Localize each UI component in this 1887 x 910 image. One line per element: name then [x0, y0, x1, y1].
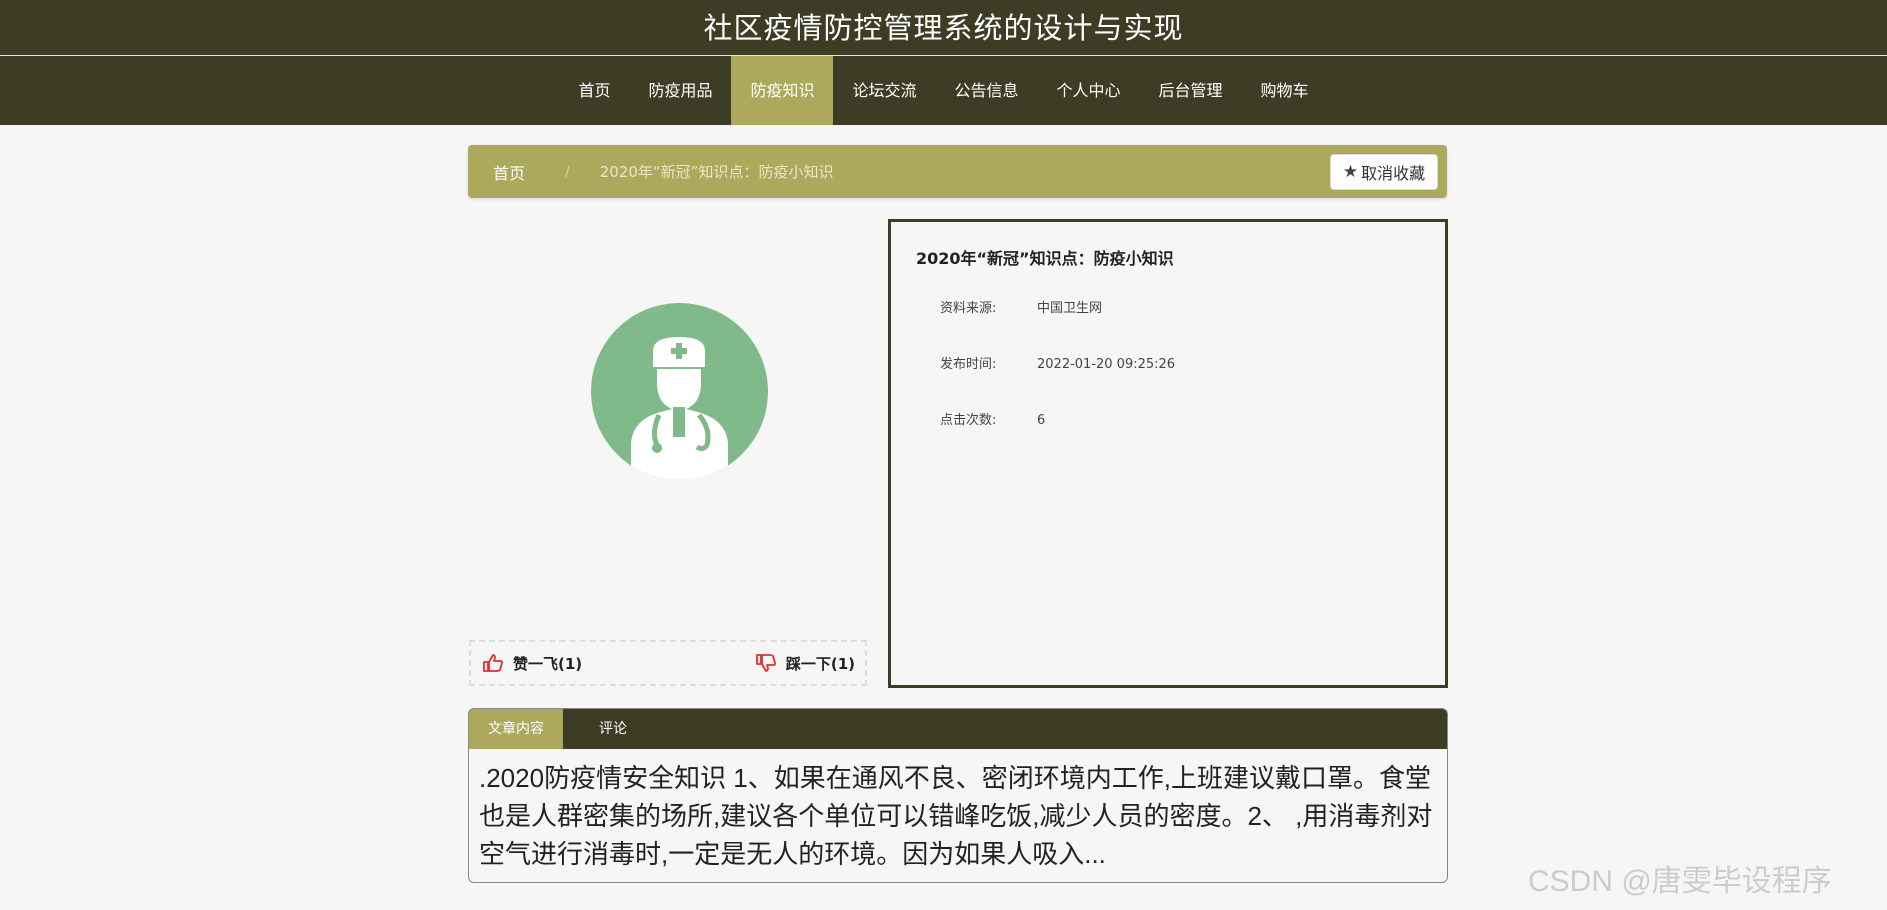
- breadcrumb-separator: /: [565, 163, 570, 180]
- info-clicks-label: 点击次数:: [940, 413, 997, 428]
- like-button[interactable]: 赞一飞(1): [483, 653, 582, 674]
- unfavorite-label: 取消收藏: [1361, 164, 1426, 183]
- nav-item-notices[interactable]: 公告信息: [936, 56, 1038, 125]
- info-source-value: 中国卫生网: [1037, 301, 1103, 316]
- dislike-button[interactable]: 踩一下(1): [755, 653, 855, 674]
- article-title: 2020年“新冠”知识点：防疫小知识: [916, 249, 1174, 268]
- nav-item-knowledge[interactable]: 防疫知识: [731, 56, 834, 125]
- info-source-label: 资料来源:: [940, 301, 997, 316]
- info-source-row: 资料来源: 中国卫生网: [940, 297, 1102, 316]
- vote-box: 赞一飞(1) 踩一下(1): [469, 640, 867, 686]
- article-info-panel: 2020年“新冠”知识点：防疫小知识 资料来源: 中国卫生网 发布时间: 2022-…: [888, 219, 1448, 688]
- nav-item-admin[interactable]: 后台管理: [1140, 56, 1242, 125]
- info-clicks-value: 6: [1037, 413, 1046, 428]
- info-clicks-row: 点击次数: 6: [940, 409, 1045, 428]
- info-time-value: 2022-01-20 09:25:26: [1037, 357, 1176, 372]
- nav-item-forum[interactable]: 论坛交流: [833, 56, 935, 125]
- doctor-avatar: [591, 303, 768, 480]
- thumbs-down-icon: [755, 654, 776, 672]
- tab-comments[interactable]: 评论: [563, 709, 646, 749]
- like-label: 赞一飞(1): [513, 654, 583, 673]
- watermark: CSDN @唐雯毕设程序: [1528, 865, 1832, 898]
- site-header: 社区疫情防控管理系统的设计与实现: [0, 0, 1887, 56]
- tab-article-content[interactable]: 文章内容: [469, 709, 563, 749]
- tabs-header: 文章内容 评论: [469, 709, 1447, 749]
- site-title: 社区疫情防控管理系统的设计与实现: [703, 10, 1184, 45]
- breadcrumb-home-link[interactable]: 首页: [493, 160, 525, 184]
- info-time-row: 发布时间: 2022-01-20 09:25:26: [940, 353, 1175, 372]
- nav-item-supplies[interactable]: 防疫用品: [629, 56, 731, 125]
- article-tabs: 文章内容 评论 .2020防疫情安全知识 1、如果在通风不良、密闭环境内工作,上…: [468, 708, 1448, 883]
- unfavorite-button[interactable]: ★ 取消收藏: [1330, 154, 1438, 190]
- thumbs-up-icon: [483, 654, 503, 672]
- main-nav: 首页 防疫用品 防疫知识 论坛交流 公告信息 个人中心 后台管理 购物车: [0, 56, 1887, 125]
- article-content: .2020防疫情安全知识 1、如果在通风不良、密闭环境内工作,上班建议戴口罩。食…: [479, 763, 1433, 869]
- nav-item-home[interactable]: 首页: [559, 56, 629, 125]
- star-icon: ★: [1342, 162, 1359, 182]
- nav-item-cart[interactable]: 购物车: [1242, 56, 1328, 125]
- breadcrumb: 首页 / 2020年“新冠”知识点：防疫小知识 ★ 取消收藏: [468, 145, 1447, 198]
- info-time-label: 发布时间:: [940, 357, 997, 372]
- dislike-label: 踩一下(1): [785, 654, 855, 673]
- doctor-icon: [631, 337, 728, 480]
- breadcrumb-current: 2020年“新冠”知识点：防疫小知识: [599, 163, 834, 181]
- nav-item-profile[interactable]: 个人中心: [1038, 56, 1140, 125]
